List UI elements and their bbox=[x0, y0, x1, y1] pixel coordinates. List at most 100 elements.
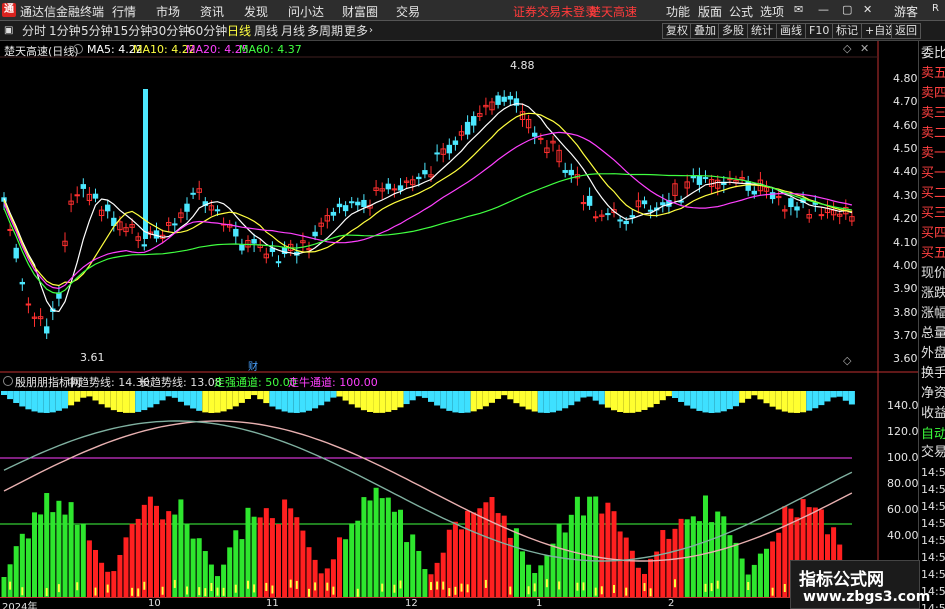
date-label: 1 bbox=[536, 598, 543, 609]
menu-item-market[interactable]: 市场 bbox=[156, 3, 180, 20]
indicator-bar bbox=[446, 529, 452, 597]
indicator-band-bar bbox=[55, 391, 62, 411]
indicator-bar bbox=[696, 521, 702, 597]
indicator-band-bar bbox=[641, 391, 648, 410]
indicator-mini-bar bbox=[21, 587, 24, 596]
stock-name-title: 楚天高速 bbox=[589, 5, 638, 19]
indicator-bar bbox=[440, 552, 446, 597]
side-label[interactable]: 涨幅 bbox=[921, 304, 945, 324]
period-tab-daily[interactable]: 日线 bbox=[227, 23, 251, 39]
candle-body bbox=[422, 170, 428, 175]
period-tab-5min[interactable]: 5分钟 bbox=[81, 23, 113, 39]
side-label[interactable]: 卖五 bbox=[921, 64, 945, 84]
price-tick: 4.60 bbox=[893, 119, 918, 132]
period-tab-timeshare[interactable]: 分时 bbox=[22, 23, 46, 39]
settings-circle-icon[interactable] bbox=[73, 44, 83, 54]
price-tick: 4.50 bbox=[893, 142, 918, 155]
side-label[interactable]: 买二 bbox=[921, 184, 945, 204]
indicator-band-bar bbox=[446, 391, 453, 411]
multi-stock-button[interactable]: 多股 bbox=[718, 23, 748, 39]
menu-item-options[interactable]: 选项 bbox=[760, 3, 784, 20]
indicator-bar bbox=[154, 505, 159, 597]
side-label[interactable]: 净资 bbox=[921, 384, 945, 404]
close-icon[interactable]: ✕ bbox=[863, 3, 872, 16]
indicator-mini-bar bbox=[527, 586, 530, 595]
indicator-bar bbox=[391, 511, 397, 597]
period-tab-1min[interactable]: 1分钟 bbox=[49, 23, 81, 39]
maximize-icon[interactable]: ▢ bbox=[842, 3, 852, 16]
indicator-mini-bar bbox=[783, 584, 786, 593]
indicator-band-bar bbox=[177, 391, 184, 402]
indicator-settings-icon[interactable] bbox=[3, 376, 13, 386]
side-label[interactable]: 总量 bbox=[921, 324, 945, 344]
period-tab-more[interactable]: 更多 bbox=[344, 23, 368, 39]
period-tab-multi[interactable]: 多周期 bbox=[307, 23, 343, 39]
side-label[interactable]: 卖四 bbox=[921, 84, 945, 104]
side-label[interactable]: 收益 bbox=[921, 404, 945, 424]
price-chart-canvas[interactable] bbox=[0, 41, 918, 609]
candle-body bbox=[397, 185, 404, 191]
indicator-mini-bar bbox=[271, 585, 274, 594]
candle-body bbox=[586, 195, 593, 206]
indicator-bar bbox=[635, 567, 641, 597]
side-label[interactable]: 换手 bbox=[921, 364, 945, 384]
chevron-right-icon[interactable]: › bbox=[369, 23, 373, 39]
period-tab-15min[interactable]: 15分钟 bbox=[113, 23, 152, 39]
candle-body bbox=[25, 303, 32, 306]
indicator-band-bar bbox=[25, 391, 32, 410]
menu-item-layout[interactable]: 版面 bbox=[698, 3, 722, 20]
side-label[interactable]: 卖二 bbox=[921, 124, 945, 144]
chart-close-icon[interactable]: ✕ bbox=[860, 42, 869, 55]
statistics-button[interactable]: 统计 bbox=[747, 23, 777, 39]
overlay-button[interactable]: 叠加 bbox=[690, 23, 720, 39]
menu-item-discover[interactable]: 发现 bbox=[244, 3, 268, 20]
diamond-icon[interactable]: ◇ bbox=[843, 42, 851, 55]
chart-area[interactable]: 楚天高速(日线) MA5: 4.22 MA10: 4.22 MA20: 4.25… bbox=[0, 41, 945, 609]
date-label: 11 bbox=[266, 598, 279, 609]
indicator-bar bbox=[703, 495, 708, 597]
side-label[interactable]: 买五 bbox=[921, 244, 945, 264]
menu-item-formula[interactable]: 公式 bbox=[729, 3, 753, 20]
lower-diamond-icon[interactable]: ◇ bbox=[843, 354, 851, 367]
adjust-button[interactable]: 复权 bbox=[662, 23, 692, 39]
side-label[interactable]: 外盘 bbox=[921, 344, 945, 364]
menu-item-wealth[interactable]: 财富圈 bbox=[342, 3, 378, 20]
minimize-icon[interactable]: — bbox=[818, 3, 829, 16]
side-label[interactable]: 自动 bbox=[921, 425, 945, 445]
side-label[interactable]: 卖一 bbox=[921, 144, 945, 164]
price-tick: 3.80 bbox=[893, 306, 918, 319]
side-label[interactable]: 现价 bbox=[921, 264, 945, 284]
side-label[interactable]: 买一 bbox=[921, 164, 945, 184]
side-label[interactable]: 买四 bbox=[921, 224, 945, 244]
menu-item-xiaoda[interactable]: 问小达 bbox=[288, 3, 324, 20]
f10-button[interactable]: F10 bbox=[805, 23, 834, 39]
watermark: 指标公式网 www.zbgs3.com bbox=[790, 560, 930, 609]
indicator-band-bar bbox=[525, 391, 532, 410]
period-tab-monthly[interactable]: 月线 bbox=[281, 23, 305, 39]
indicator-band-bar bbox=[110, 391, 117, 411]
mark-button[interactable]: 标记 bbox=[832, 23, 862, 39]
menu-item-news[interactable]: 资讯 bbox=[200, 3, 224, 20]
login-status[interactable]: 证券交易未登录 bbox=[513, 3, 597, 20]
candle-body bbox=[434, 152, 440, 155]
period-tab-30min[interactable]: 30分钟 bbox=[151, 23, 190, 39]
menu-item-quotes[interactable]: 行情 bbox=[112, 3, 136, 20]
indicator-band-bar bbox=[190, 391, 197, 409]
period-tab-60min[interactable]: 60分钟 bbox=[188, 23, 227, 39]
panel-toggle-icon[interactable]: ▣ bbox=[4, 23, 13, 39]
period-tab-weekly[interactable]: 周线 bbox=[254, 23, 278, 39]
side-label[interactable]: 委比 bbox=[921, 44, 945, 64]
side-label[interactable]: 卖三 bbox=[921, 104, 945, 124]
menu-item-function[interactable]: 功能 bbox=[666, 3, 690, 20]
side-label[interactable]: 涨跌 bbox=[921, 284, 945, 304]
side-label[interactable]: 交易 bbox=[921, 443, 945, 463]
indicator-band-bar bbox=[629, 391, 636, 413]
message-icon[interactable]: ✉ bbox=[794, 3, 803, 16]
menu-item-trade[interactable]: 交易 bbox=[396, 3, 420, 20]
draw-line-button[interactable]: 画线 bbox=[776, 23, 806, 39]
side-label[interactable]: 买三 bbox=[921, 204, 945, 224]
indicator-bar bbox=[208, 564, 214, 597]
user-label[interactable]: 游客 bbox=[894, 3, 918, 20]
back-button[interactable]: 返回 bbox=[891, 23, 921, 39]
finance-marker[interactable]: 财 bbox=[248, 358, 258, 373]
